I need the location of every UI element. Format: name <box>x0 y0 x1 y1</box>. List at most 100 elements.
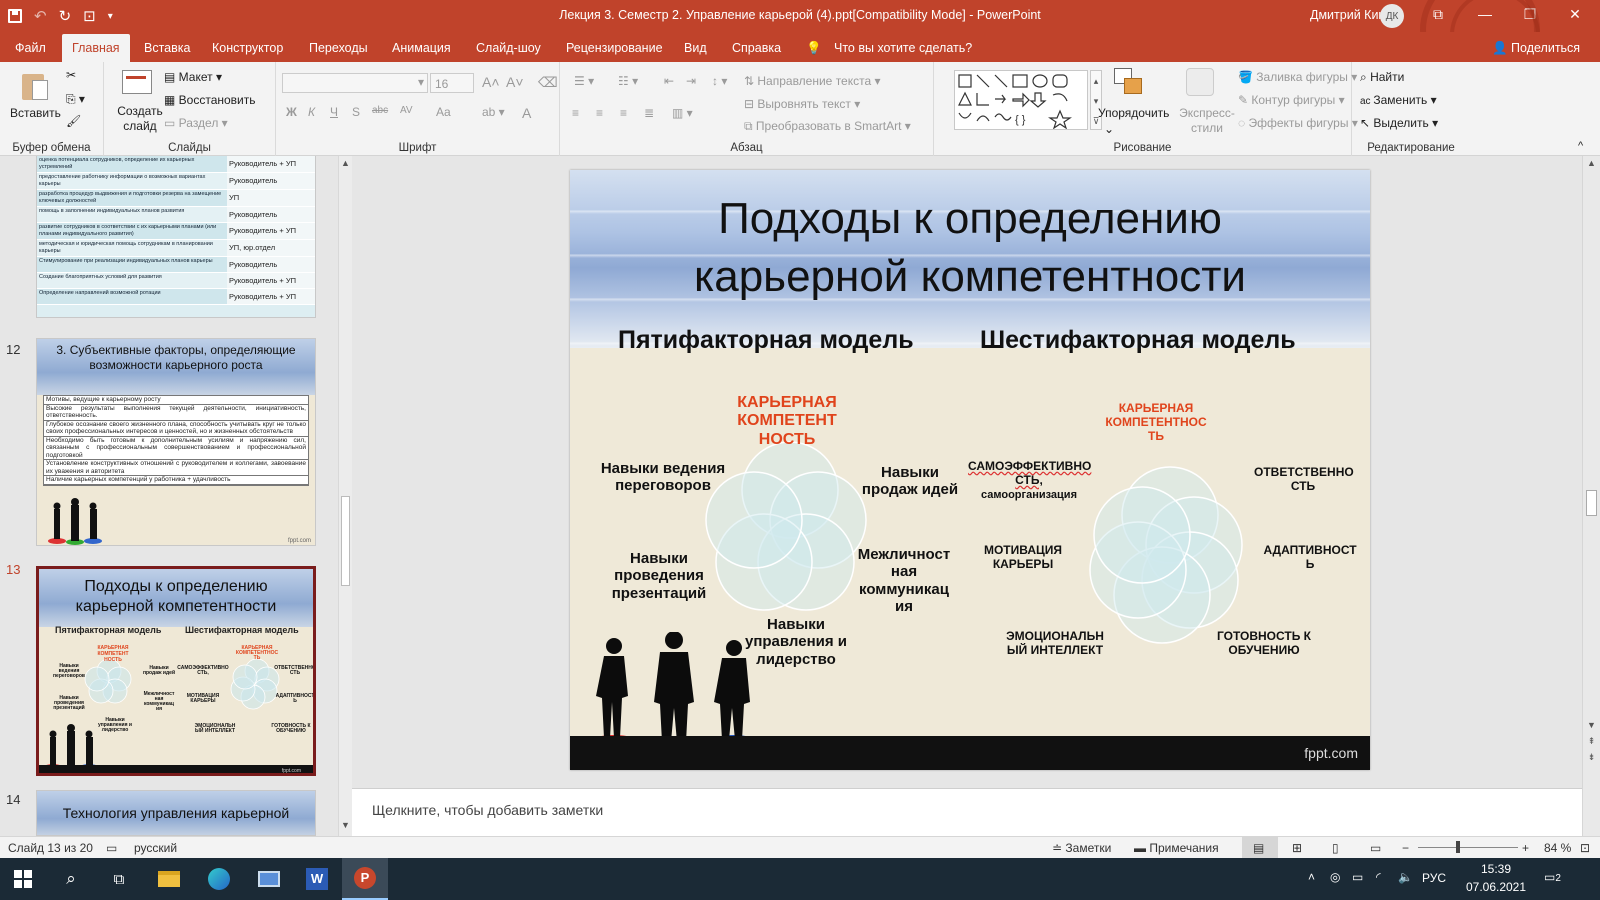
five-factor-center-label[interactable]: КАРЬЕРНАЯ КОМПЕТЕНТ НОСТЬ <box>728 394 846 449</box>
notes-pane[interactable]: Щелкните, чтобы добавить заметки <box>352 788 1582 836</box>
powerpoint-icon[interactable]: P <box>342 858 388 900</box>
numbering-icon[interactable]: ☷ ▾ <box>618 74 638 88</box>
grow-font-icon[interactable]: A˄ <box>482 74 500 90</box>
arrange-button[interactable]: Упорядочить <box>1098 106 1169 120</box>
clear-format-icon[interactable]: ⌫ <box>538 74 558 91</box>
shape-effects-button[interactable]: ◌ Эффекты фигуры ▾ <box>1238 116 1358 130</box>
battery-icon[interactable]: ▭ <box>1352 870 1363 884</box>
change-case-button[interactable]: Aa <box>436 105 451 119</box>
zoom-in-icon[interactable]: + <box>1522 841 1529 855</box>
new-slide-icon[interactable] <box>122 68 152 100</box>
thumbnail-slide-13-selected[interactable]: Подходы к определению карьерной компетен… <box>36 566 316 776</box>
tab-transitions[interactable]: Переходы <box>309 41 368 55</box>
presentation-skills-label[interactable]: Навыки проведения презентаций <box>600 550 718 602</box>
career-motivation-label[interactable]: МОТИВАЦИЯ КАРЬЕРЫ <box>980 543 1066 572</box>
close-icon[interactable]: ✕ <box>1560 6 1590 23</box>
windows-start-icon[interactable] <box>0 858 46 900</box>
avatar[interactable]: ДК <box>1380 4 1404 28</box>
reading-view-icon[interactable]: ▯ <box>1332 841 1339 855</box>
input-language[interactable]: РУС <box>1422 871 1446 885</box>
clock-date[interactable]: 07.06.2021 <box>1460 880 1532 894</box>
tab-help[interactable]: Справка <box>732 41 781 55</box>
scroll-up-icon[interactable]: ▲ <box>1583 158 1600 168</box>
shape-outline-button[interactable]: ✎ Контур фигуры ▾ <box>1238 93 1345 107</box>
share-button[interactable]: 👤 Поделиться <box>1492 41 1580 56</box>
presenter-icon[interactable]: ⊡ <box>83 7 96 25</box>
font-name-select[interactable] <box>282 73 428 93</box>
comments-toggle[interactable]: ▬ Примечания <box>1134 841 1219 855</box>
tray-chevron-icon[interactable]: ˄ <box>1308 870 1315 884</box>
fit-slide-icon[interactable]: ⊡ <box>1580 841 1590 855</box>
edge-icon[interactable] <box>196 858 242 900</box>
quick-styles-button[interactable]: Экспресс-стили <box>1174 106 1240 136</box>
scroll-thumb[interactable] <box>341 496 350 586</box>
italic-button[interactable]: К <box>308 105 315 119</box>
paste-button[interactable]: Вставить <box>10 106 61 120</box>
font-color-button[interactable]: A <box>522 105 531 121</box>
tab-review[interactable]: Рецензирование <box>566 41 663 55</box>
cut-icon[interactable]: ✂ <box>66 68 76 82</box>
align-right-icon[interactable]: ≡ <box>620 106 627 120</box>
select-button[interactable]: ↖ Выделить ▾ <box>1360 116 1438 130</box>
redo-icon[interactable]: ↻ <box>59 7 72 25</box>
arrange-icon[interactable] <box>1114 68 1144 100</box>
learning-readiness-label[interactable]: ГОТОВНОСТЬ К ОБУЧЕНИЮ <box>1210 629 1318 658</box>
normal-view-icon[interactable]: ▤ <box>1242 837 1278 858</box>
columns-icon[interactable]: ▥ ▾ <box>672 106 693 120</box>
notifications-icon[interactable]: ▭2 <box>1544 870 1561 884</box>
scroll-down-icon[interactable]: ▼ <box>1583 720 1600 730</box>
save-icon[interactable] <box>8 9 22 23</box>
increase-indent-icon[interactable]: ⇥ <box>686 74 696 88</box>
thumbnail-slide-12[interactable]: 3. Субъективные факторы, определяющие во… <box>36 338 316 546</box>
language-status[interactable]: русский <box>134 841 177 855</box>
bold-button[interactable]: Ж <box>286 105 297 119</box>
replace-button[interactable]: ac Заменить ▾ <box>1360 93 1437 107</box>
layout-button[interactable]: ▤ Макет ▾ <box>164 70 222 84</box>
slide-sorter-icon[interactable]: ⊞ <box>1292 841 1302 855</box>
copy-icon[interactable]: ⎘ ▾ <box>66 92 85 107</box>
quick-styles-icon[interactable] <box>1186 68 1216 100</box>
slideshow-icon[interactable]: ▭ <box>1370 841 1381 855</box>
interpersonal-communication-label[interactable]: Межличност ная коммуникац ия <box>852 546 956 615</box>
highlight-icon[interactable]: ab ▾ <box>482 105 505 119</box>
scroll-down-icon[interactable]: ▼ <box>339 820 352 830</box>
thumbnail-slide-11[interactable]: оценка потенциала сотрудников, определен… <box>36 156 316 318</box>
bullets-icon[interactable]: ☰ ▾ <box>574 74 594 88</box>
task-view-icon[interactable]: ⧉ <box>96 858 142 900</box>
adaptability-label[interactable]: АДАПТИВНОСТ Ь <box>1262 543 1358 572</box>
zoom-out-icon[interactable]: − <box>1402 841 1409 855</box>
reset-button[interactable]: ▦ Восстановить <box>164 93 256 107</box>
scroll-thumb[interactable] <box>1586 490 1597 516</box>
app-icon[interactable] <box>246 858 292 900</box>
emotional-intelligence-label[interactable]: ЭМОЦИОНАЛЬН ЫЙ ИНТЕЛЛЕКТ <box>1004 629 1106 658</box>
shadow-button[interactable]: S <box>352 105 360 119</box>
new-slide-button[interactable]: Создать слайд <box>116 104 164 134</box>
tab-file[interactable]: Файл <box>15 41 46 55</box>
responsibility-label[interactable]: ОТВЕТСТВЕННО СТЬ <box>1254 465 1354 494</box>
underline-button[interactable]: Ч <box>330 105 338 119</box>
shrink-font-icon[interactable]: A˅ <box>506 74 524 90</box>
collapse-ribbon-icon[interactable]: ^ <box>1578 140 1583 152</box>
volume-icon[interactable]: 🔈 <box>1398 870 1413 884</box>
scroll-up-icon[interactable]: ▲ <box>339 158 352 168</box>
search-icon[interactable]: ⌕ <box>48 858 94 900</box>
clock-time[interactable]: 15:39 <box>1460 862 1532 876</box>
zoom-level[interactable]: 84 % <box>1544 841 1571 855</box>
decrease-indent-icon[interactable]: ⇤ <box>664 74 674 88</box>
shapes-scroll[interactable]: ▴ ▾ ⊽ <box>1090 70 1102 130</box>
shapes-gallery[interactable]: { } <box>954 70 1088 130</box>
self-efficacy-label[interactable]: САМОЭФФЕКТИВНО СТЬ, самоорганизация <box>968 459 1091 501</box>
previous-slide-icon[interactable]: ⇞ <box>1583 736 1600 747</box>
word-icon[interactable]: W <box>294 858 340 900</box>
thumbnails-scrollbar[interactable]: ▲ ▼ <box>338 156 352 836</box>
tab-insert[interactable]: Вставка <box>144 41 190 55</box>
section-button[interactable]: ▭ Раздел ▾ <box>164 116 228 130</box>
file-explorer-icon[interactable] <box>146 858 192 900</box>
paste-icon[interactable] <box>20 70 50 102</box>
strikethrough-button[interactable]: abc <box>372 105 388 116</box>
notes-toggle[interactable]: ≐ Заметки <box>1052 841 1111 855</box>
find-button[interactable]: ⌕ Найти <box>1360 70 1404 85</box>
shape-fill-button[interactable]: 🪣 Заливка фигуры ▾ <box>1238 70 1357 84</box>
line-spacing-icon[interactable]: ↕ ▾ <box>712 74 727 88</box>
customize-qat-icon[interactable]: ▾ <box>108 11 113 22</box>
